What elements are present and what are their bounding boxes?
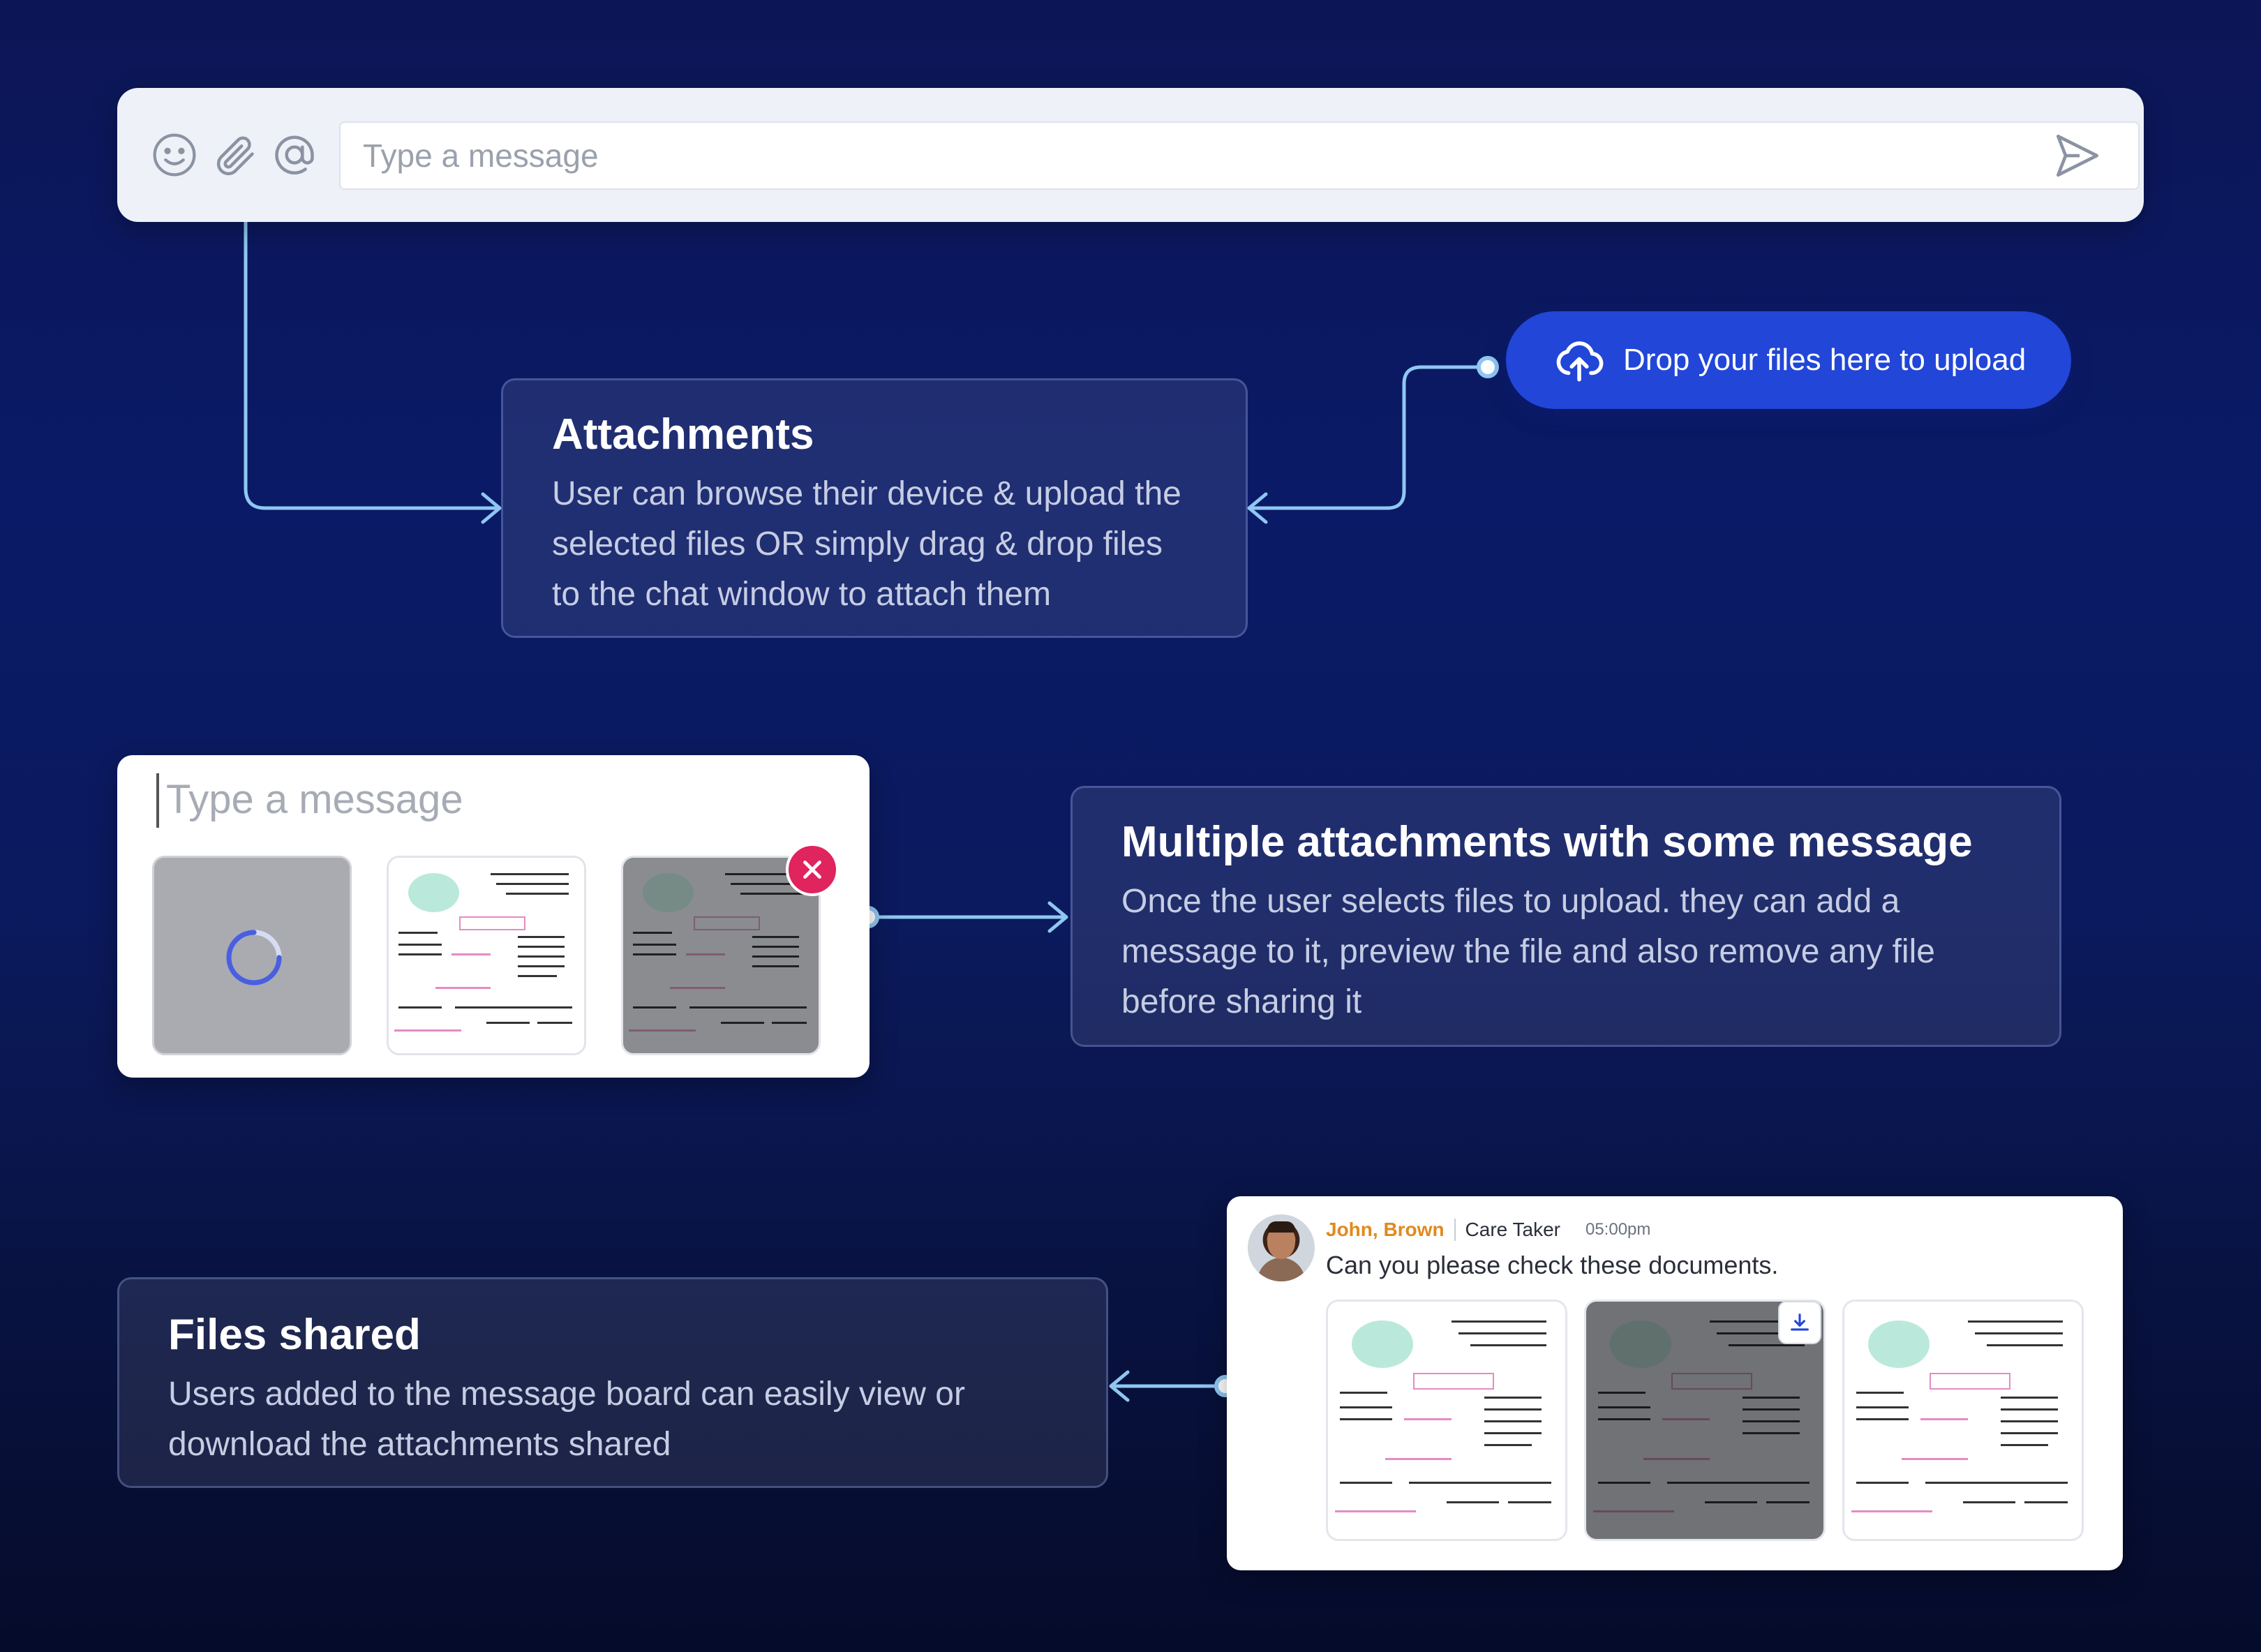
- send-icon[interactable]: [2052, 130, 2103, 181]
- author-name[interactable]: John, Brown: [1326, 1219, 1445, 1241]
- message-text: Can you please check these documents.: [1326, 1251, 1779, 1279]
- meta-divider: [1454, 1219, 1456, 1241]
- attachment-thumbnail[interactable]: [387, 856, 586, 1055]
- text-caret: [156, 773, 159, 828]
- avatar[interactable]: [1248, 1214, 1315, 1281]
- emoji-icon[interactable]: [151, 131, 198, 179]
- insurance-card-preview: [1844, 1302, 2082, 1539]
- attachment-thumbnail-loading: [152, 856, 352, 1055]
- composer-placeholder: Type a message: [166, 777, 463, 822]
- attachments-description: User can browse their device & upload th…: [552, 475, 1181, 613]
- chat-input-bar: [117, 88, 2144, 222]
- download-attachment-button[interactable]: [1778, 1301, 1821, 1344]
- message-timestamp: 05:00pm: [1585, 1220, 1651, 1239]
- multi-attachments-description: Once the user selects files to upload. t…: [1121, 883, 1935, 1020]
- multi-attachments-title: Multiple attachments with some message: [1121, 818, 1973, 866]
- shared-attachment[interactable]: [1326, 1300, 1567, 1541]
- shared-attachment[interactable]: [1842, 1300, 2084, 1541]
- attachments-title: Attachments: [552, 410, 814, 459]
- insurance-card-preview: [389, 858, 584, 1053]
- multiple-attachments-info-card: Multiple attachments with some message O…: [1070, 786, 2061, 1047]
- message-meta: John, Brown Care Taker 05:00pm: [1326, 1219, 1650, 1241]
- attachments-info-card: Attachments User can browse their device…: [501, 378, 1248, 638]
- shared-message: John, Brown Care Taker 05:00pm Can you p…: [1227, 1196, 2123, 1570]
- cloud-upload-icon: [1556, 341, 1604, 382]
- drop-files-upload-button[interactable]: Drop your files here to upload: [1506, 311, 2071, 409]
- message-composer[interactable]: Type a message: [117, 755, 870, 1078]
- insurance-card-preview: [623, 858, 819, 1053]
- close-icon: [803, 861, 821, 879]
- message-input[interactable]: [339, 121, 2140, 190]
- author-role: Care Taker: [1465, 1219, 1560, 1240]
- files-shared-info-card: Files shared Users added to the message …: [117, 1277, 1108, 1488]
- insurance-card-preview: [1328, 1302, 1565, 1539]
- upload-label: Drop your files here to upload: [1623, 343, 2027, 377]
- files-shared-title: Files shared: [168, 1311, 421, 1359]
- loading-spinner-icon: [226, 930, 282, 985]
- paperclip-icon[interactable]: [211, 131, 258, 179]
- remove-attachment-button[interactable]: [786, 843, 839, 896]
- at-mention-icon[interactable]: [271, 131, 318, 179]
- files-shared-description: Users added to the message board can eas…: [168, 1376, 965, 1463]
- download-icon: [1791, 1314, 1809, 1331]
